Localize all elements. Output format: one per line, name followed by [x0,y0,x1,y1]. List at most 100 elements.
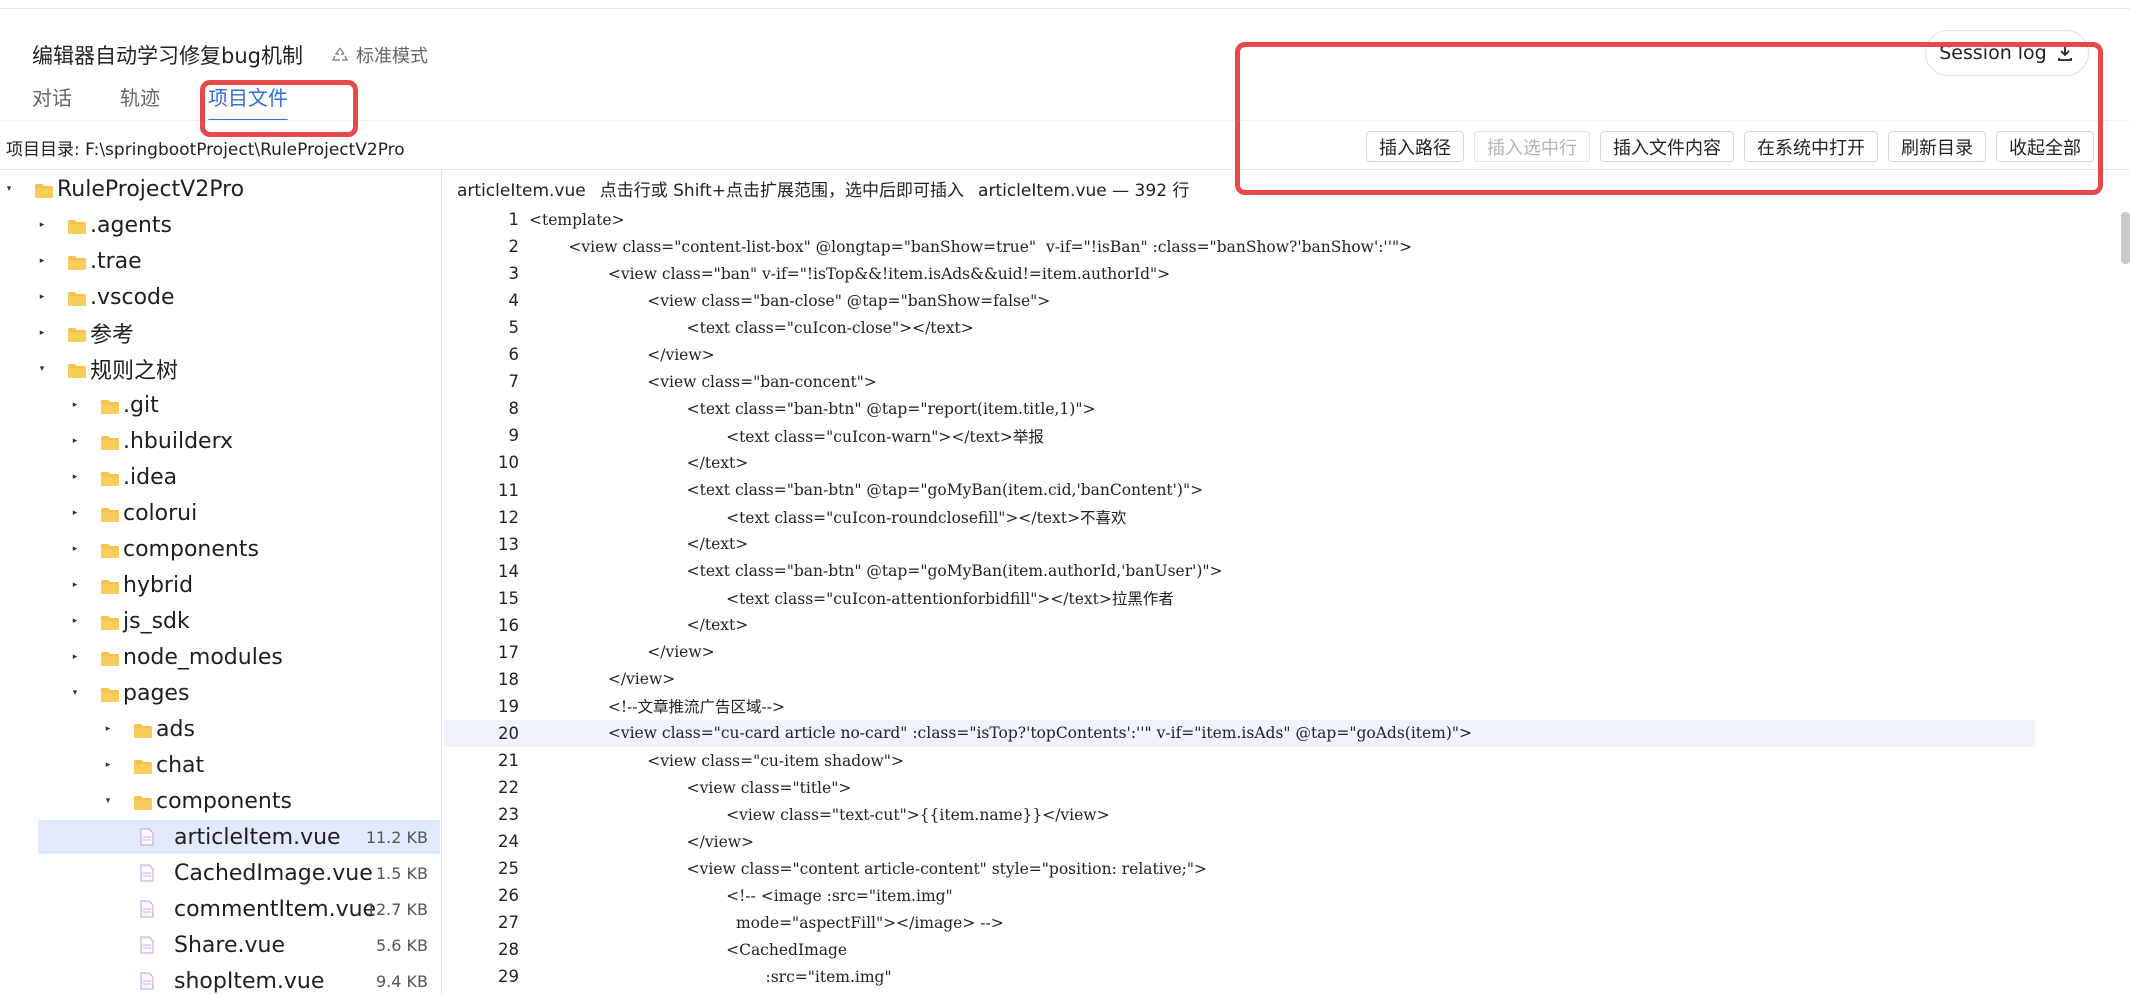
file-tree: ▾ RuleProjectV2Pro ▸ .agents ▸ .trae ▸ .vscode ▸… [0,170,442,995]
caret-down-icon[interactable]: ▾ [70,688,80,698]
tree-item-label: commentItem.vue [174,896,377,922]
code-line[interactable]: 15 <text class="cuIcon-attentionforbidfi… [443,585,2035,612]
code-line[interactable]: 11 <text class="ban-btn" @tap="goMyBan(i… [443,477,2035,504]
code-line[interactable]: 22 <view class="title"> [443,774,2035,801]
folder-icon [101,688,119,702]
mode-indicator[interactable]: 标准模式 [330,42,428,68]
code-line[interactable]: 18 </view> [443,666,2035,693]
code-line[interactable]: 9 <text class="cuIcon-warn"></text>举报 [443,422,2035,449]
recycle-icon [331,47,349,61]
tree-folder[interactable]: ▸ hybrid [0,568,440,602]
code-line[interactable]: 13 </text> [443,531,2035,558]
code-text: </text> [529,535,749,554]
caret-right-icon[interactable]: ▸ [103,724,113,734]
code-text: :src="item.img" [529,967,892,986]
caret-right-icon[interactable]: ▸ [70,652,80,662]
tab-chat[interactable]: 对话 [32,82,72,118]
tree-item-label: shopItem.vue [174,968,325,994]
caret-down-icon[interactable]: ▾ [103,796,113,806]
code-line[interactable]: 6 </view> [443,341,2035,368]
line-number: 6 [508,345,520,365]
caret-right-icon[interactable]: ▸ [37,328,47,338]
file-icon [140,900,154,918]
tree-folder[interactable]: ▸ .vscode [0,280,440,314]
file-size: 1.5 KB [376,863,428,883]
tree-folder[interactable]: ▸ chat [0,748,440,782]
caret-right-icon[interactable]: ▸ [70,472,80,482]
caret-right-icon[interactable]: ▸ [70,544,80,554]
code-line[interactable]: 1 <template> [443,206,2035,233]
caret-right-icon[interactable]: ▸ [37,256,47,266]
caret-right-icon[interactable]: ▸ [70,616,80,626]
code-editor[interactable]: 1 <template> 2 <view class="content-list-b… [443,206,2130,995]
tree-folder[interactable]: ▸ .trae [0,244,440,278]
folder-icon [68,364,86,378]
tree-folder[interactable]: ▸ .agents [0,208,440,242]
tree-file[interactable]: CachedImage.vue 1.5 KB [0,856,440,890]
folder-icon [68,292,86,306]
tree-folder[interactable]: ▸ node_modules [0,640,440,674]
code-line[interactable]: 10 </text> [443,449,2035,476]
caret-right-icon[interactable]: ▸ [70,580,80,590]
code-line[interactable]: 21 <view class="cu-item shadow"> [443,747,2035,774]
tree-folder[interactable]: ▸ 参考 [0,316,440,350]
code-line[interactable]: 27 mode="aspectFill"></image> --> [443,909,2035,936]
code-line[interactable]: 16 </text> [443,612,2035,639]
line-number: 10 [498,453,519,473]
caret-right-icon[interactable]: ▸ [37,292,47,302]
tree-folder[interactable]: ▸ .hbuilderx [0,424,440,458]
code-line[interactable]: 29 :src="item.img" [443,963,2035,990]
code-line[interactable]: 24 </view> [443,828,2035,855]
code-line[interactable]: 12 <text class="cuIcon-roundclosefill"><… [443,504,2035,531]
code-line[interactable]: 3 <view class="ban" v-if="!isTop&&!item.… [443,260,2035,287]
tree-folder[interactable]: ▾ RuleProjectV2Pro [0,172,440,206]
code-line[interactable]: 20 <view class="cu-card article no-card"… [443,719,2035,747]
folder-icon [101,400,119,414]
code-line[interactable]: 28 <CachedImage [443,936,2035,963]
file-size: 11.2 KB [365,827,428,847]
tree-item-label: Share.vue [174,932,285,958]
caret-down-icon[interactable]: ▾ [4,184,14,194]
code-line[interactable]: 7 <view class="ban-concent"> [443,368,2035,395]
tree-folder[interactable]: ▸ ads [0,712,440,746]
tree-file[interactable]: Share.vue 5.6 KB [0,928,440,962]
tree-item-label: colorui [123,500,198,526]
code-line[interactable]: 2 <view class="content-list-box" @longta… [443,233,2035,260]
top-divider [0,8,2130,9]
code-line[interactable]: 23 <view class="text-cut">{{item.name}}<… [443,801,2035,828]
tree-folder[interactable]: ▾ components [0,784,440,818]
tree-folder[interactable]: ▾ 规则之树 [0,352,440,386]
caret-down-icon[interactable]: ▾ [37,364,47,374]
tree-folder[interactable]: ▸ components [0,532,440,566]
caret-right-icon[interactable]: ▸ [70,400,80,410]
folder-icon [101,580,119,594]
tree-folder[interactable]: ▸ .git [0,388,440,422]
code-line[interactable]: 8 <text class="ban-btn" @tap="report(ite… [443,395,2035,422]
code-line[interactable]: 26 <!-- <image :src="item.img" [443,882,2035,909]
code-text: <text class="ban-btn" @tap="report(item.… [529,399,1096,418]
file-icon [140,864,154,882]
editor-scrollbar[interactable] [2121,212,2130,264]
code-line[interactable]: 14 <text class="ban-btn" @tap="goMyBan(i… [443,558,2035,585]
caret-right-icon[interactable]: ▸ [70,508,80,518]
tree-folder[interactable]: ▸ .idea [0,460,440,494]
tree-file[interactable]: shopItem.vue 9.4 KB [0,964,440,995]
tree-folder[interactable]: ▾ pages [0,676,440,710]
caret-right-icon[interactable]: ▸ [70,436,80,446]
code-line[interactable]: 17 </view> [443,639,2035,666]
tree-file[interactable]: articleItem.vue 11.2 KB [38,820,440,854]
code-line[interactable]: 4 <view class="ban-close" @tap="banShow=… [443,287,2035,314]
tree-folder[interactable]: ▸ colorui [0,496,440,530]
tree-file[interactable]: commentItem.vue 12.7 KB [0,892,440,926]
code-line[interactable]: 25 <view class="content article-content"… [443,855,2035,882]
caret-right-icon[interactable]: ▸ [37,220,47,230]
code-text: <text class="cuIcon-attentionforbidfill"… [529,590,1174,609]
tree-folder[interactable]: ▸ js_sdk [0,604,440,638]
caret-right-icon[interactable]: ▸ [103,760,113,770]
tree-item-label: js_sdk [123,608,190,634]
tab-trace[interactable]: 轨迹 [120,82,160,118]
file-icon [140,828,154,846]
tree-item-label: .git [123,392,159,418]
code-line[interactable]: 19 <!--文章推流广告区域--> [443,693,2035,720]
code-line[interactable]: 5 <text class="cuIcon-close"></text> [443,314,2035,341]
